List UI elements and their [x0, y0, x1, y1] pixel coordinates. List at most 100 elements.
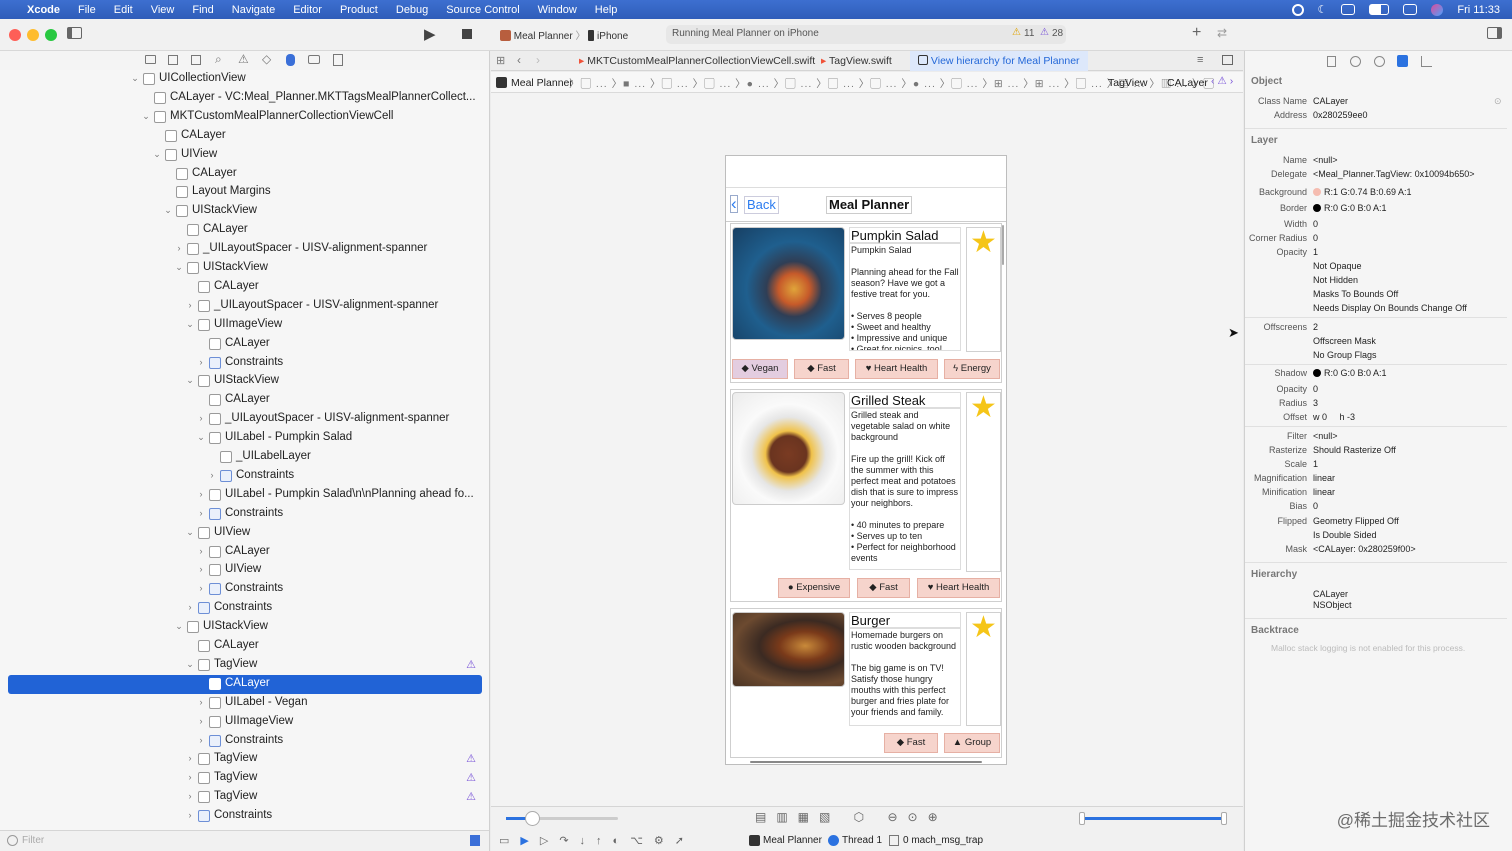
spacing-slider-thumb[interactable]: [525, 811, 540, 826]
tree-row[interactable]: › Constraints: [8, 580, 482, 599]
disclosure-closed-icon[interactable]: ›: [196, 508, 206, 518]
symbol-icon[interactable]: [191, 55, 201, 65]
moon-icon[interactable]: ☾: [1318, 3, 1328, 16]
tag-fast[interactable]: ◆ Fast: [794, 359, 849, 379]
disclosure-closed-icon[interactable]: ›: [185, 300, 195, 310]
split-editor-icon[interactable]: [1222, 55, 1233, 65]
tree-row[interactable]: ⌄ UIStackView: [8, 202, 482, 221]
file-inspector-icon[interactable]: [1327, 56, 1336, 67]
jump-warning-icon[interactable]: ‹ ⚠ ›: [1211, 75, 1233, 87]
menu-help[interactable]: Help: [586, 4, 627, 16]
tree-row[interactable]: Layout Margins: [8, 183, 482, 202]
tree-row[interactable]: ⌄ UICollectionView: [8, 70, 482, 89]
tree-row[interactable]: › _UILayoutSpacer - UISV-alignment-spanne…: [8, 297, 482, 316]
filter-input[interactable]: Filter: [22, 835, 44, 846]
tree-row[interactable]: CALayer: [8, 335, 482, 354]
disclosure-open-icon[interactable]: ⌄: [185, 375, 195, 386]
menu-find[interactable]: Find: [183, 4, 222, 16]
tree-row[interactable]: › UILabel - Vegan: [8, 694, 482, 713]
menu-editor[interactable]: Editor: [284, 4, 331, 16]
disclosure-closed-icon[interactable]: ›: [185, 602, 195, 612]
screen-mirror-icon[interactable]: [1341, 4, 1356, 15]
disclosure-closed-icon[interactable]: ›: [185, 810, 195, 820]
tag-heart-health[interactable]: ♥ Heart Health: [917, 578, 1000, 598]
hierarchy-item[interactable]: NSObject: [1313, 600, 1352, 610]
filter-options-icon[interactable]: [470, 835, 480, 846]
disclosure-open-icon[interactable]: ⌄: [185, 527, 195, 538]
disclosure-closed-icon[interactable]: ›: [196, 583, 206, 593]
editor-options-icon[interactable]: ≡: [1197, 54, 1203, 66]
run-button[interactable]: ▶: [424, 25, 436, 43]
tab-tagview-swift[interactable]: ▸ TagView.swift: [813, 51, 900, 71]
tree-row[interactable]: › _UILayoutSpacer - UISV-alignment-spanne…: [8, 410, 482, 429]
clock[interactable]: Fri 11:33: [1457, 4, 1500, 16]
tree-row[interactable]: CALayer: [8, 674, 482, 694]
favorite-star-icon[interactable]: ★: [970, 228, 997, 258]
folder-icon[interactable]: [145, 55, 156, 64]
disclosure-closed-icon[interactable]: ›: [185, 772, 195, 782]
debug-thread[interactable]: Thread 1: [842, 835, 882, 846]
tag-group[interactable]: ▲ Group: [944, 733, 1000, 753]
tab-view-hierarchy[interactable]: View hierarchy for Meal Planner: [910, 51, 1088, 71]
disclosure-closed-icon[interactable]: ›: [196, 735, 206, 745]
menu-navigate[interactable]: Navigate: [223, 4, 284, 16]
menu-product[interactable]: Product: [331, 4, 387, 16]
size-inspector-icon[interactable]: [1421, 56, 1432, 67]
spacing-slider[interactable]: [506, 811, 618, 826]
info-icon[interactable]: ⊙: [1494, 96, 1502, 107]
disclosure-open-icon[interactable]: ⌄: [141, 111, 151, 122]
battery-icon[interactable]: [1369, 4, 1390, 15]
tree-row[interactable]: ⌄ UIImageView: [8, 316, 482, 335]
tree-row[interactable]: › UIView: [8, 561, 482, 580]
menu-file[interactable]: File: [69, 4, 105, 16]
disclosure-closed-icon[interactable]: ›: [185, 791, 195, 801]
tree-row[interactable]: › _UILayoutSpacer - UISV-alignment-spanne…: [8, 240, 482, 259]
find-icon[interactable]: ⌕: [215, 52, 222, 67]
tree-row[interactable]: › CALayer: [8, 543, 482, 562]
tree-row[interactable]: CALayer: [8, 127, 482, 146]
tag-heart-health[interactable]: ♥ Heart Health: [855, 359, 938, 379]
tree-row[interactable]: CALayer: [8, 637, 482, 656]
menu-debug[interactable]: Debug: [387, 4, 437, 16]
issue-icon[interactable]: ⚠: [1040, 27, 1049, 38]
disclosure-closed-icon[interactable]: ›: [196, 546, 206, 556]
range-slider[interactable]: [1079, 812, 1227, 825]
tree-row[interactable]: CALayer: [8, 278, 482, 297]
tree-row[interactable]: › TagView ⚠: [8, 750, 482, 769]
debug-control-icons[interactable]: ▭▶▷↷↓↑◐⌥⚙➚: [499, 834, 695, 847]
favorite-star-icon[interactable]: ★: [970, 393, 997, 423]
sidebar-toggle-icon[interactable]: [67, 27, 82, 39]
disclosure-open-icon[interactable]: ⌄: [185, 659, 195, 670]
stop-button[interactable]: [462, 29, 472, 39]
tree-row[interactable]: ⌄ UIView: [8, 146, 482, 165]
record-icon[interactable]: [1291, 3, 1304, 16]
test-icon[interactable]: ◇: [262, 52, 271, 66]
source-control-icon[interactable]: [168, 55, 178, 65]
favorite-star-icon[interactable]: ★: [970, 613, 997, 643]
siri-icon[interactable]: [1431, 3, 1444, 16]
tree-row[interactable]: CALayer - VC:Meal_Planner.MKTTagsMealPla…: [8, 89, 482, 108]
tag-fast[interactable]: ◆ Fast: [857, 578, 910, 598]
code-review-icon[interactable]: ⇄: [1217, 26, 1227, 40]
disclosure-open-icon[interactable]: ⌄: [163, 205, 173, 216]
tree-row[interactable]: › Constraints: [8, 599, 482, 618]
disclosure-open-icon[interactable]: ⌄: [174, 262, 184, 273]
back-chevron-icon[interactable]: ‹: [730, 195, 738, 213]
runtime-issue-icon[interactable]: ⚠: [466, 658, 476, 671]
tag-expensive[interactable]: ● Expensive: [778, 578, 850, 598]
back-nav-icon[interactable]: ‹: [517, 53, 521, 67]
tree-row[interactable]: ⌄ UIStackView: [8, 618, 482, 637]
menu-edit[interactable]: Edit: [105, 4, 142, 16]
disclosure-closed-icon[interactable]: ›: [196, 564, 206, 574]
tree-row[interactable]: ⌄ TagView ⚠: [8, 656, 482, 675]
disclosure-closed-icon[interactable]: ›: [196, 357, 206, 367]
tag-fast[interactable]: ◆ Fast: [884, 733, 938, 753]
debug-navigator-icon[interactable]: [286, 54, 295, 66]
tree-row[interactable]: ⌄ UIView: [8, 524, 482, 543]
zoom-button[interactable]: [45, 29, 57, 41]
disclosure-closed-icon[interactable]: ›: [185, 753, 195, 763]
disclosure-open-icon[interactable]: ⌄: [196, 432, 206, 443]
tree-row[interactable]: › TagView ⚠: [8, 788, 482, 807]
tree-row[interactable]: CALayer: [8, 165, 482, 184]
menu-source-control[interactable]: Source Control: [437, 4, 528, 16]
